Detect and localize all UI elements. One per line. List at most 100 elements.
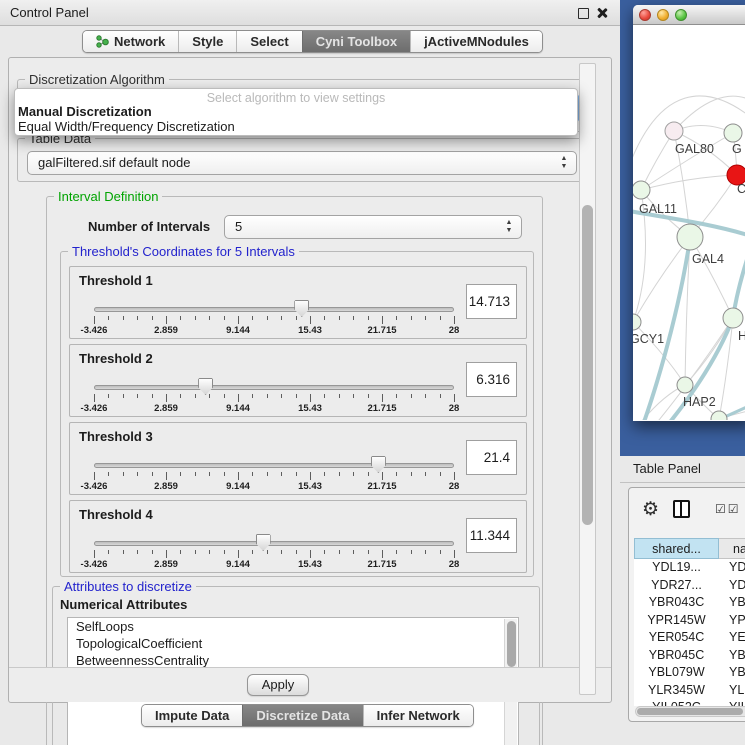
gear-icon[interactable]: ⚙: [642, 497, 659, 523]
panel-scrollbar[interactable]: [579, 63, 596, 695]
zoom-traffic-light-icon[interactable]: [675, 9, 687, 21]
table-row[interactable]: YBR043CYBR0: [634, 594, 745, 612]
number-of-intervals-value: 5: [235, 219, 242, 234]
table-row[interactable]: YIL052CYIL0: [634, 699, 745, 706]
close-traffic-light-icon[interactable]: [639, 9, 651, 21]
tab-select[interactable]: Select: [236, 31, 301, 52]
threshold-label: Threshold 3: [79, 429, 153, 444]
tab-jactivemnodules[interactable]: jActiveMNodules: [410, 31, 542, 52]
tick-label: -3.426: [81, 481, 108, 492]
algorithm-option-manual[interactable]: Manual Discretization: [15, 104, 577, 119]
tab-infer-network[interactable]: Infer Network: [363, 705, 473, 726]
cell-shared-name[interactable]: YIL052C: [634, 699, 719, 706]
node-label: C: [737, 182, 745, 196]
network-node-h[interactable]: [723, 308, 743, 328]
cell-shared-name[interactable]: YDL19...: [634, 559, 719, 577]
cell-name[interactable]: YBR0: [719, 647, 745, 665]
attribute-list-item[interactable]: SelfLoops: [68, 618, 518, 635]
apply-button[interactable]: Apply: [247, 674, 309, 696]
table-row[interactable]: YBL079WYBL0: [634, 664, 745, 682]
minimize-traffic-light-icon[interactable]: [657, 9, 669, 21]
cell-name[interactable]: YLR3: [719, 682, 745, 700]
table-data-combobox[interactable]: galFiltered.sif default node ▲▼: [27, 151, 577, 175]
tick-label: -3.426: [81, 559, 108, 570]
tab-cyni-toolbox[interactable]: Cyni Toolbox: [302, 31, 410, 52]
table-row[interactable]: YDL19...YDL1: [634, 559, 745, 577]
node-label: G: [732, 142, 742, 156]
list-scrollbar-thumb[interactable]: [507, 621, 516, 667]
tab-label: Cyni Toolbox: [316, 34, 397, 49]
tab-discretize-data[interactable]: Discretize Data: [242, 705, 362, 726]
network-window-titlebar[interactable]: [633, 5, 745, 25]
stepper-arrows-icon: ▲▼: [504, 219, 514, 237]
cell-shared-name[interactable]: YDR27...: [634, 577, 719, 595]
cell-name[interactable]: YBL0: [719, 664, 745, 682]
table-row[interactable]: YBR045CYBR0: [634, 647, 745, 665]
network-node-gcy1[interactable]: [633, 314, 641, 330]
slider-thumb[interactable]: [198, 378, 213, 395]
cell-shared-name[interactable]: YPR145W: [634, 612, 719, 630]
algorithm-option-equal-width[interactable]: Equal Width/Frequency Discretization: [15, 119, 577, 134]
network-node-gal4[interactable]: [677, 224, 703, 250]
cyni-toolbox-content: Discretization Algorithm ▲▼ Select algor…: [8, 57, 612, 703]
slider-track[interactable]: [94, 385, 454, 390]
tick-label: 9.144: [226, 403, 250, 414]
table-row[interactable]: YER054CYER0: [634, 629, 745, 647]
cell-name[interactable]: YPR1: [719, 612, 745, 630]
tab-style[interactable]: Style: [178, 31, 236, 52]
network-node-gal11[interactable]: [633, 181, 650, 199]
tick-label: 9.144: [226, 325, 250, 336]
table-h-scrollbar[interactable]: [635, 706, 745, 717]
tick-label: 2.859: [154, 403, 178, 414]
cell-name[interactable]: YDR2: [719, 577, 745, 595]
close-icon[interactable]: [596, 7, 608, 19]
network-node-g[interactable]: [724, 124, 742, 142]
threshold-value-field[interactable]: 6.316: [466, 362, 517, 397]
cell-shared-name[interactable]: YBR045C: [634, 647, 719, 665]
tick-label: 15.43: [298, 325, 322, 336]
column-header-shared-name[interactable]: shared...: [634, 538, 719, 559]
slider-track[interactable]: [94, 463, 454, 468]
cell-name[interactable]: YER0: [719, 629, 745, 647]
table-row[interactable]: YPR145WYPR1: [634, 612, 745, 630]
slider-thumb[interactable]: [256, 534, 271, 551]
tab-impute-data[interactable]: Impute Data: [142, 705, 242, 726]
threshold-2-box: Threshold 2-3.4262.8599.14415.4321.71528…: [69, 344, 527, 417]
slider-thumb[interactable]: [294, 300, 309, 317]
cell-name[interactable]: YDL1: [719, 559, 745, 577]
table-header: shared... na: [634, 538, 745, 559]
float-window-icon[interactable]: [578, 8, 589, 19]
cell-name[interactable]: YIL0: [719, 699, 745, 706]
threshold-value-field[interactable]: 14.713: [466, 284, 517, 319]
table-row[interactable]: YLR345WYLR3: [634, 682, 745, 700]
cell-shared-name[interactable]: YER054C: [634, 629, 719, 647]
column-header-name[interactable]: na: [719, 538, 745, 559]
slider-ticks: [94, 472, 454, 481]
tick-label: 28: [449, 403, 460, 414]
slider-thumb[interactable]: [371, 456, 386, 473]
tick-label: 21.715: [367, 325, 396, 336]
cell-name[interactable]: YBR0: [719, 594, 745, 612]
columns-icon[interactable]: [673, 500, 690, 518]
table-panel-card: ⚙ ☑☑ shared... na YDL19...YDL1YDR27...YD…: [628, 487, 745, 722]
node-label: GAL11: [639, 202, 677, 216]
threshold-value-field[interactable]: 11.344: [466, 518, 517, 553]
checkbox-icons[interactable]: ☑☑: [715, 502, 741, 516]
network-node[interactable]: [711, 411, 727, 420]
tab-network[interactable]: Network: [83, 31, 178, 52]
network-graph[interactable]: GAL80GCGAL11GAL4GCY1HHAP2: [633, 25, 745, 420]
network-node-gal80[interactable]: [665, 122, 683, 140]
cell-shared-name[interactable]: YBR043C: [634, 594, 719, 612]
slider-track[interactable]: [94, 307, 454, 312]
network-node-hap2[interactable]: [677, 377, 693, 393]
panel-scrollbar-thumb[interactable]: [582, 205, 593, 525]
cell-shared-name[interactable]: YLR345W: [634, 682, 719, 700]
number-of-intervals-combobox[interactable]: 5 ▲▼: [224, 215, 522, 239]
table-h-scrollbar-thumb[interactable]: [637, 708, 743, 715]
slider-track[interactable]: [94, 541, 454, 546]
attribute-list-item[interactable]: TopologicalCoefficient: [68, 635, 518, 652]
threshold-value-field[interactable]: 21.4: [466, 440, 517, 475]
node-label: GCY1: [633, 332, 664, 346]
cell-shared-name[interactable]: YBL079W: [634, 664, 719, 682]
table-row[interactable]: YDR27...YDR2: [634, 577, 745, 595]
